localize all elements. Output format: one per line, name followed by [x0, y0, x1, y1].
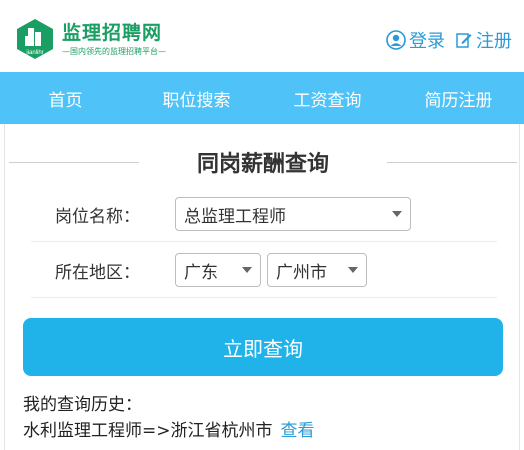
city-value: 广州市 — [276, 262, 327, 283]
nav-item-resume-register[interactable]: 简历注册 — [393, 72, 524, 124]
register-link[interactable]: 注册 — [455, 27, 512, 53]
position-row: 岗位名称： 总监理工程师 — [31, 186, 497, 242]
position-value: 总监理工程师 — [184, 206, 286, 227]
region-label: 所在地区： — [55, 263, 140, 283]
chevron-down-icon — [242, 267, 252, 273]
divider-right — [387, 162, 517, 163]
history-view-link[interactable]: 查看 — [281, 421, 315, 441]
province-select[interactable]: 广东 — [175, 253, 261, 287]
register-label: 注册 — [476, 31, 512, 52]
history-item: 水利监理工程师=>浙江省杭州市 查看 — [23, 416, 315, 441]
region-row: 所在地区： 广东 广州市 — [31, 242, 497, 298]
chevron-down-icon — [392, 211, 402, 217]
logo-subtitle: —国内领先的监理招聘平台— — [62, 47, 166, 56]
position-label: 岗位名称： — [55, 207, 140, 227]
site-logo[interactable]: jianlihr 监理招聘网 —国内领先的监理招聘平台— — [14, 12, 166, 60]
building-logo-icon: jianlihr — [17, 19, 53, 59]
logo-title: 监理招聘网 — [62, 22, 163, 44]
logo-badge-text: jianlihr — [25, 50, 43, 56]
history-item-text: 水利监理工程师=>浙江省杭州市 — [23, 421, 273, 441]
user-circle-icon — [386, 30, 406, 50]
account-links: 登录 注册 — [386, 26, 512, 54]
edit-icon — [456, 33, 472, 48]
query-button[interactable]: 立即查询 — [23, 318, 503, 376]
nav-item-salary-query[interactable]: 工资查询 — [262, 72, 393, 124]
history-title: 我的查询历史： — [23, 395, 142, 415]
site-header: jianlihr 监理招聘网 —国内领先的监理招聘平台— 登录 注册 — [0, 0, 524, 72]
login-link[interactable]: 登录 — [386, 27, 445, 53]
nav-item-home[interactable]: 首页 — [0, 72, 131, 124]
login-label: 登录 — [409, 31, 445, 52]
chevron-down-icon — [348, 267, 358, 273]
section-header: 同岗薪酬查询 — [5, 144, 521, 178]
main-nav: 首页 职位搜索 工资查询 简历注册 — [0, 72, 524, 124]
city-select[interactable]: 广州市 — [267, 253, 367, 287]
salary-query-panel: 同岗薪酬查询 岗位名称： 总监理工程师 所在地区： 广东 广州市 立即查询 我的… — [4, 124, 520, 450]
nav-item-job-search[interactable]: 职位搜索 — [131, 72, 262, 124]
province-value: 广东 — [184, 262, 218, 283]
position-select[interactable]: 总监理工程师 — [175, 197, 411, 231]
